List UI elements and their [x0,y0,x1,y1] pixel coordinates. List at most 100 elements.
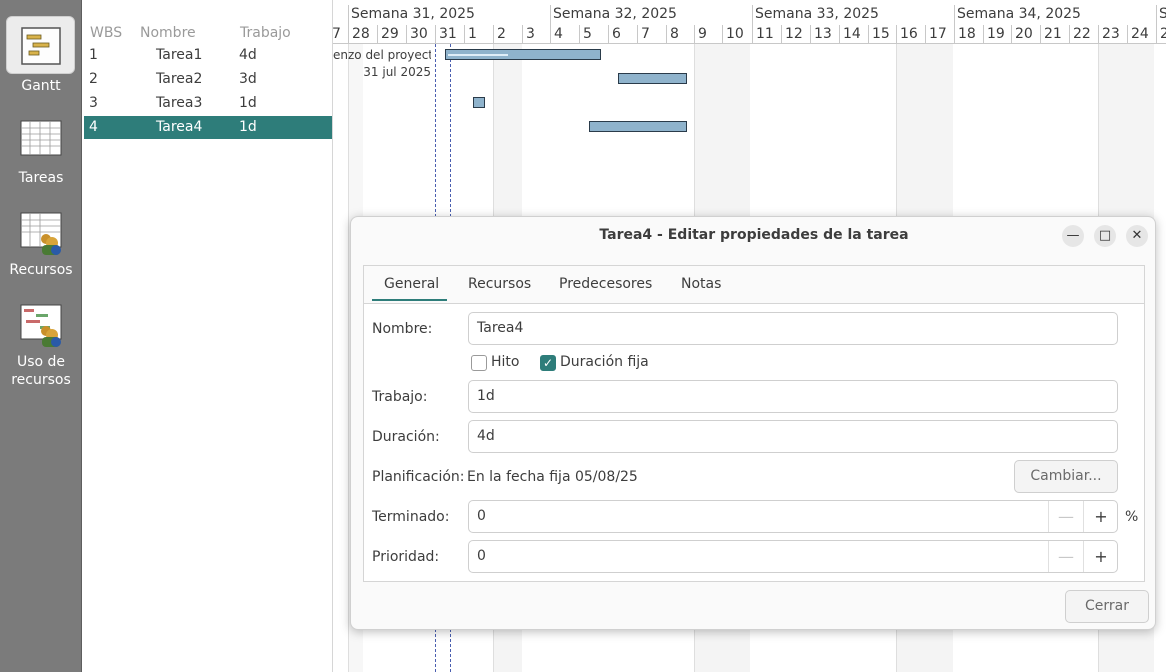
resource-usage-icon [20,304,62,347]
day-label: 12 [781,25,810,44]
close-window-button[interactable]: ✕ [1126,225,1148,247]
priority-value: 0 [477,548,486,564]
minimize-button[interactable]: — [1062,225,1084,247]
table-row-selected[interactable]: 4 Tarea4 1d [84,116,332,139]
tab-bar: General Recursos Predecesores Notas [364,266,1144,304]
day-label: 30 [406,25,435,44]
row-name: Tarea2 [156,71,203,87]
duration-label: Duración: [372,429,440,445]
work-field[interactable]: 1d [468,380,1118,413]
minus-icon: — [1058,547,1074,566]
row-wbs: 1 [89,47,98,63]
day-label: 16 [896,25,925,44]
column-header-name[interactable]: Nombre [140,25,196,41]
row-work: 1d [239,95,257,111]
table-row[interactable]: 3 Tarea3 1d [84,92,332,115]
milestone-checkbox[interactable] [471,355,487,371]
row-wbs: 2 [89,71,98,87]
name-label: Nombre: [372,321,433,337]
sidebar-item-label: Gantt [21,78,61,94]
day-label: 31 [435,25,464,44]
resources-icon [20,212,62,255]
view-sidebar: Gantt Tareas Recursos Uso de recursos [0,0,82,672]
maximize-button[interactable]: □ [1094,225,1116,247]
tab-notas[interactable]: Notas [681,276,721,292]
maximize-icon: □ [1098,228,1112,243]
schedule-label: Planificación: [372,469,465,485]
complete-spinbutton[interactable]: 0 — + [468,500,1118,533]
day-label: 10 [722,25,752,44]
fixed-duration-checkbox[interactable]: ✓ [540,355,556,371]
day-label: 15 [868,25,896,44]
sidebar-item-label: Tareas [18,170,64,186]
percent-sign: % [1125,509,1139,525]
tab-recursos[interactable]: Recursos [468,276,531,292]
week-label: S [1159,6,1166,22]
day-label: 8 [666,25,694,44]
priority-increment-button[interactable]: + [1083,541,1118,572]
complete-label: Terminado: [372,509,450,525]
project-start-date: 31 jul 2025 [363,65,431,79]
milestone-label: Hito [491,354,520,370]
complete-increment-button[interactable]: + [1083,501,1118,532]
priority-decrement-button[interactable]: — [1048,541,1083,572]
priority-spinbutton[interactable]: 0 — + [468,540,1118,573]
close-icon: ✕ [1131,228,1143,243]
day-label: 21 [1040,25,1069,44]
day-label: 18 [954,25,983,44]
task-bar-tarea1[interactable] [445,49,601,60]
complete-decrement-button[interactable]: — [1048,501,1083,532]
fixed-duration-label: Duración fija [560,354,649,370]
tab-predecesores[interactable]: Predecesores [559,276,652,292]
day-label: 7 [637,25,666,44]
column-header-wbs[interactable]: WBS [90,25,122,41]
task-bar-tarea4[interactable] [589,121,687,132]
sidebar-item-uso-de-recursos[interactable]: Uso de recursos [0,298,82,393]
week-label: Semana 31, 2025 [351,6,475,22]
schedule-value: En la fecha fija 05/08/25 [467,469,638,485]
sidebar-item-gantt[interactable]: Gantt [0,16,82,96]
day-label: 14 [839,25,868,44]
task-properties-dialog: Tarea4 - Editar propiedades de la tarea … [350,216,1156,630]
day-label: 2 [493,25,522,44]
project-start-label: enzo del proyecto [333,48,431,62]
row-work: 3d [239,71,257,87]
change-schedule-button[interactable]: Cambiar... [1014,460,1118,493]
tasks-icon [20,120,62,156]
day-label: 20 [1011,25,1040,44]
complete-value: 0 [477,508,486,524]
sidebar-item-label-line1: Uso de [16,354,66,370]
week-divider [1156,5,1157,25]
sidebar-item-recursos[interactable]: Recursos [0,206,82,281]
row-name: Tarea1 [156,47,203,63]
table-row[interactable]: 2 Tarea2 3d [84,68,332,91]
row-wbs: 3 [89,95,98,111]
row-wbs: 4 [89,119,98,135]
dialog-title: Tarea4 - Editar propiedades de la tarea [599,227,909,243]
tab-general[interactable]: General [372,276,448,301]
row-work: 4d [239,47,257,63]
duration-field[interactable]: 4d [468,420,1118,453]
week-divider [348,5,349,25]
task-bar-tarea2[interactable] [618,73,687,84]
day-label: 29 [377,25,406,44]
day-label: 13 [810,25,839,44]
week-divider [954,5,955,25]
task-bar-tarea3[interactable] [473,97,485,108]
day-label: 22 [1069,25,1098,44]
table-row[interactable]: 1 Tarea1 4d [84,44,332,67]
sidebar-item-tareas[interactable]: Tareas [0,114,82,189]
minimize-icon: — [1066,228,1080,243]
work-label: Trabajo: [372,389,428,405]
day-label: 3 [522,25,550,44]
name-field[interactable]: Tarea4 [468,312,1118,345]
gantt-icon [21,27,61,65]
task-list: WBS Nombre Trabajo 1 Tarea1 4d 2 Tarea2 … [82,0,333,672]
plus-icon: + [1094,507,1108,526]
week-label: Semana 33, 2025 [755,6,879,22]
week-label: Semana 34, 2025 [957,6,1081,22]
minus-icon: — [1058,507,1074,526]
column-header-work[interactable]: Trabajo [240,25,291,41]
close-button[interactable]: Cerrar [1065,590,1149,623]
week-divider [550,5,551,25]
